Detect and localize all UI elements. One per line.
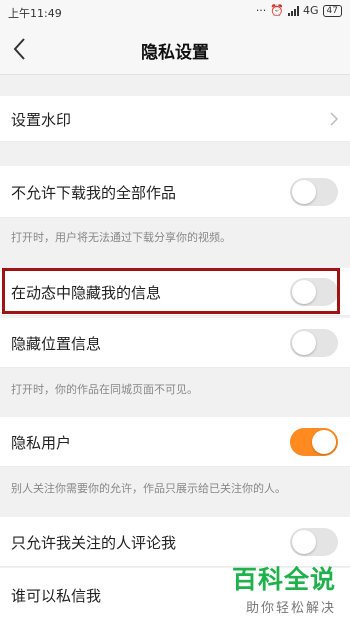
alarm-icon: ⏰ [270,4,285,17]
status-icons: ··· ⏰ 4G 47 [256,4,342,17]
who-can-message-label: 谁可以私信我 [11,587,102,605]
toggle-knob [292,331,316,355]
private-user-row: 隐私用户 [0,417,350,467]
hide-in-feed-label: 在动态中隐藏我的信息 [11,284,162,302]
watermark-setting-row[interactable]: 设置水印 [0,96,350,142]
toggle-knob [292,530,316,554]
comment-follow-only-toggle[interactable] [290,528,338,556]
chevron-right-icon [328,111,340,127]
private-user-note: 别人关注你需要你的允许，作品只展示给已关注你的人。 [11,482,286,495]
no-download-note: 打开时，用户将无法通过下载分享你的视频。 [11,231,231,244]
toggle-knob [312,430,336,454]
no-download-label: 不允许下载我的全部作品 [11,184,177,202]
signal-icon [288,5,300,16]
page-title: 隐私设置 [141,43,209,63]
hide-location-note: 打开时，你的作品在同城页面不可见。 [11,383,198,396]
hide-location-row: 隐藏位置信息 [0,318,350,368]
no-download-toggle[interactable] [290,178,338,206]
private-user-label: 隐私用户 [11,434,72,452]
more-dots-icon: ··· [255,4,267,17]
hide-location-label: 隐藏位置信息 [11,335,102,353]
hide-in-feed-row: 在动态中隐藏我的信息 [0,268,350,316]
nav-bar: 隐私设置 [0,24,350,75]
hide-location-toggle[interactable] [290,329,338,357]
comment-follow-only-label: 只允许我关注的人评论我 [11,534,177,552]
hide-in-feed-toggle[interactable] [290,278,338,306]
no-download-row: 不允许下载我的全部作品 [0,166,350,218]
status-bar: 上午11:49 ··· ⏰ 4G 47 [0,0,350,24]
baike-watermark-logo: 百科全说 助你轻松解决 [232,560,336,616]
toggle-knob [292,180,316,204]
battery-level: 47 [322,4,342,17]
network-type: 4G [303,4,319,17]
status-time: 上午11:49 [8,7,62,20]
logo-title: 百科全说 [231,565,336,594]
logo-subtitle: 助你轻松解决 [245,601,336,616]
watermark-setting-label: 设置水印 [11,111,72,129]
toggle-knob [292,280,316,304]
private-user-toggle[interactable] [290,428,338,456]
